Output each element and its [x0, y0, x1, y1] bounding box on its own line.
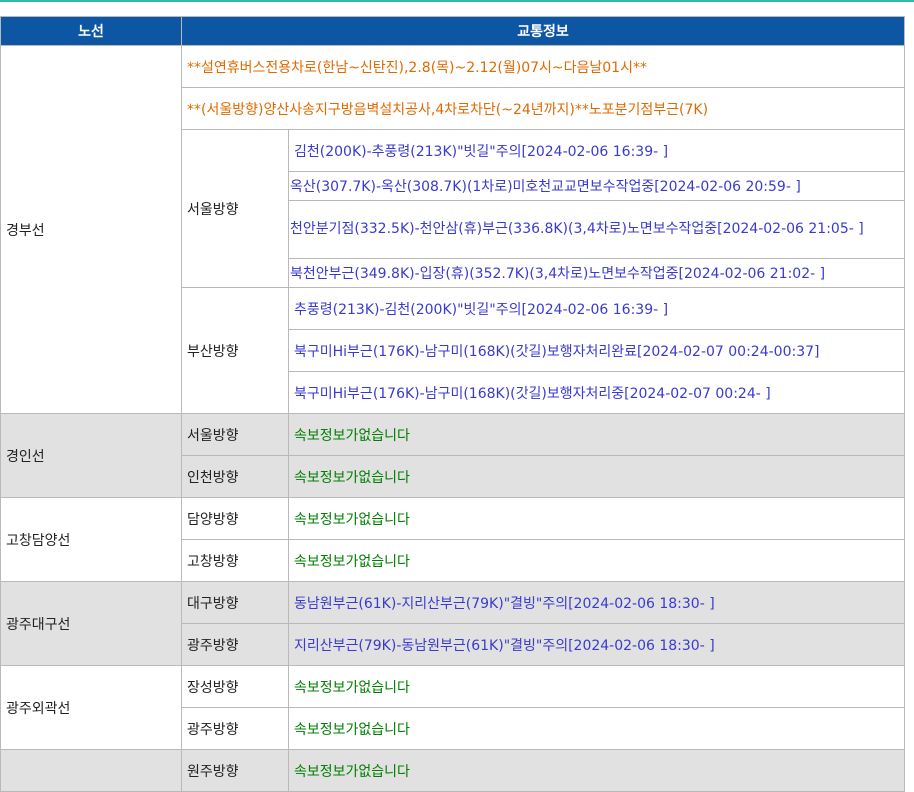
route-name-gyeongin[interactable]: 경인선	[0, 413, 182, 498]
traffic-info-item[interactable]: 동남원부근(61K)-지리산부근(79K)"결빙"주의[2024-02-06 1…	[288, 581, 905, 624]
table-row: 경인선 서울방향 속보정보가없습니다	[0, 413, 905, 498]
direction-label: 인천방향	[181, 455, 289, 498]
notice-text: **(서울방향)양산사송지구방음벽설치공사,4차로차단(~24년까지)**노포분…	[181, 87, 905, 130]
no-info-text: 속보정보가없습니다	[288, 749, 905, 792]
traffic-info-column-header: 교통정보	[181, 16, 905, 46]
traffic-info-table: 노선 교통정보 경부선 **설연휴버스전용차로(한남~신탄진),2.8(목)~2…	[0, 16, 905, 792]
direction-label: 담양방향	[181, 497, 289, 540]
route-name-gwangju-ring[interactable]: 광주외곽선	[0, 665, 182, 750]
top-spacer	[0, 2, 914, 16]
traffic-info-item[interactable]: 북구미Hi부근(176K)-남구미(168K)(갓길)보행자처리중[2024-0…	[288, 371, 905, 414]
table-row: 광주외곽선 장성방향 속보정보가없습니다	[0, 665, 905, 750]
table-header-row: 노선 교통정보	[0, 16, 905, 46]
direction-label: 광주방향	[181, 707, 289, 750]
table-row: 원주방향 속보정보가없습니다	[0, 749, 905, 792]
no-info-text: 속보정보가없습니다	[288, 707, 905, 750]
direction-label: 장성방향	[181, 665, 289, 708]
direction-label: 서울방향	[181, 413, 289, 456]
route-name-partial[interactable]	[0, 749, 182, 792]
route-name-gyeongbu[interactable]: 경부선	[0, 45, 182, 414]
route-name-gochang-damyang[interactable]: 고창담양선	[0, 497, 182, 582]
notice-text: **설연휴버스전용차로(한남~신탄진),2.8(목)~2.12(월)07시~다음…	[181, 45, 905, 88]
direction-label: 원주방향	[181, 749, 289, 792]
table-row: 광주대구선 대구방향 동남원부근(61K)-지리산부근(79K)"결빙"주의[2…	[0, 581, 905, 666]
no-info-text: 속보정보가없습니다	[288, 413, 905, 456]
traffic-info-item[interactable]: 북천안부근(349.8K)-입장(휴)(352.7K)(3,4차로)노면보수작업…	[288, 258, 905, 288]
no-info-text: 속보정보가없습니다	[288, 665, 905, 708]
traffic-info-item[interactable]: 추풍령(213K)-김천(200K)"빗길"주의[2024-02-06 16:3…	[288, 287, 905, 330]
route-column-header: 노선	[0, 16, 182, 46]
direction-label: 대구방향	[181, 581, 289, 624]
direction-label: 부산방향	[181, 287, 289, 414]
traffic-info-item[interactable]: 북구미Hi부근(176K)-남구미(168K)(갓길)보행자처리완료[2024-…	[288, 329, 905, 372]
direction-label: 광주방향	[181, 623, 289, 666]
traffic-info-item[interactable]: 옥산(307.7K)-옥산(308.7K)(1차로)미호천교교면보수작업중[20…	[288, 171, 905, 201]
no-info-text: 속보정보가없습니다	[288, 497, 905, 540]
direction-label: 서울방향	[181, 129, 289, 288]
table-row: 경부선 **설연휴버스전용차로(한남~신탄진),2.8(목)~2.12(월)07…	[0, 45, 905, 414]
direction-label: 고창방향	[181, 539, 289, 582]
no-info-text: 속보정보가없습니다	[288, 539, 905, 582]
route-name-gwangju-daegu[interactable]: 광주대구선	[0, 581, 182, 666]
table-row: 고창담양선 담양방향 속보정보가없습니다	[0, 497, 905, 582]
no-info-text: 속보정보가없습니다	[288, 455, 905, 498]
traffic-info-item[interactable]: 김천(200K)-추풍령(213K)"빗길"주의[2024-02-06 16:3…	[288, 129, 905, 172]
traffic-info-item[interactable]: 지리산부근(79K)-동남원부근(61K)"결빙"주의[2024-02-06 1…	[288, 623, 905, 666]
traffic-info-item[interactable]: 천안분기점(332.5K)-천안삼(휴)부근(336.8K)(3,4차로)노면보…	[288, 200, 905, 259]
